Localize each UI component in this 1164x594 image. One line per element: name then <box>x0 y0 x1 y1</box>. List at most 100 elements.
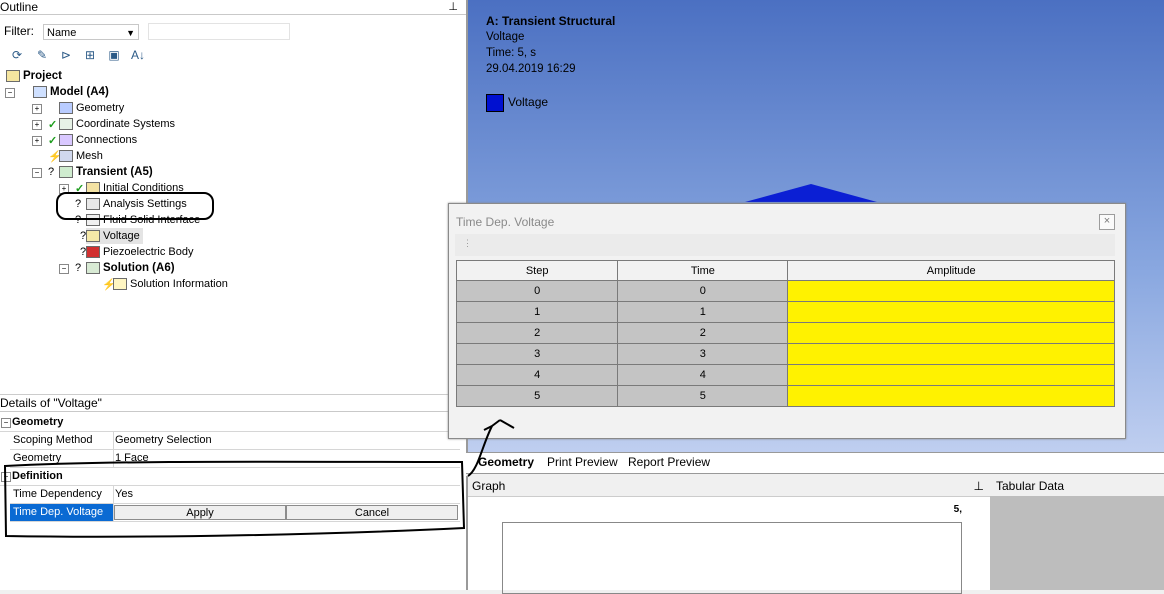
voltage-icon <box>86 230 100 243</box>
tree-item-geometry[interactable]: Geometry <box>59 100 124 116</box>
graph-panel: Graph ⊥ 5, <box>466 476 990 594</box>
expand-icon[interactable]: + <box>32 104 42 114</box>
tree-item-label: Model (A4) <box>50 86 109 98</box>
detail-row-geometry[interactable]: Geometry 1 Face <box>10 450 460 468</box>
solution-icon <box>86 261 100 274</box>
group-label: Definition <box>12 470 63 482</box>
pin-icon[interactable]: ⊥ <box>448 0 458 14</box>
detail-value[interactable]: 1 Face <box>114 450 149 467</box>
collapse-icon[interactable]: − <box>1 472 11 482</box>
tree-item-mesh[interactable]: Mesh <box>59 148 103 164</box>
tree-nodes-icon[interactable]: ⊳ <box>58 47 74 63</box>
tree-item-piezoelectric-body[interactable]: Piezoelectric Body <box>86 244 194 260</box>
detail-row-time-dep-voltage[interactable]: Time Dep. Voltage Apply Cancel <box>10 504 460 522</box>
detail-row-scoping-method[interactable]: Scoping Method Geometry Selection <box>10 432 460 450</box>
time-dep-voltage-dialog: Time Dep. Voltage × ⋮ Step Time Amplitud… <box>448 203 1126 439</box>
amplitude-cell[interactable] <box>787 322 1115 344</box>
expand-icon[interactable]: + <box>32 136 42 146</box>
tree-item-project[interactable]: Project <box>6 68 62 84</box>
time-cell[interactable]: 4 <box>617 364 789 386</box>
tab-geometry[interactable]: Geometry <box>478 455 534 469</box>
detail-value[interactable]: Geometry Selection <box>114 432 212 449</box>
table-row: 1 1 <box>455 301 1115 323</box>
sort-az-icon[interactable]: A↓ <box>130 47 146 63</box>
tabular-title: Tabular Data <box>990 476 1164 496</box>
tree-item-model[interactable]: Model (A4) <box>33 84 109 100</box>
viewport-date: 29.04.2019 16:29 <box>486 63 576 75</box>
column-header-time[interactable]: Time <box>617 260 789 281</box>
close-icon[interactable]: × <box>1099 214 1115 230</box>
grip-icon[interactable]: ⋮ <box>463 238 472 249</box>
step-cell: 0 <box>455 280 619 302</box>
tabular-data-panel: Tabular Data <box>990 476 1164 590</box>
question-icon: ? <box>75 262 82 274</box>
group-geometry[interactable]: − Geometry <box>0 414 460 432</box>
model-geometry[interactable] <box>745 184 877 202</box>
table-row: 5 5 <box>455 385 1115 407</box>
detail-value[interactable]: Yes <box>114 486 133 503</box>
column-header-amplitude[interactable]: Amplitude <box>787 260 1115 281</box>
apply-button[interactable]: Apply <box>114 505 286 520</box>
tree-item-label: Voltage <box>103 230 140 242</box>
outline-panel: Outline ⊥ Filter: Name ▼ ⟳ ✎ ⊳ ⊞ ▣ A↓ Pr… <box>0 0 466 394</box>
amplitude-cell[interactable] <box>787 280 1115 302</box>
tree-item-solution[interactable]: Solution (A6) <box>86 260 175 276</box>
tree-item-label: Piezoelectric Body <box>103 246 194 258</box>
table-row: 4 4 <box>455 364 1115 386</box>
graph-title: Graph <box>472 479 506 493</box>
group-definition[interactable]: − Definition <box>0 468 460 486</box>
project-icon <box>6 69 20 82</box>
time-cell[interactable]: 3 <box>617 343 789 365</box>
time-cell[interactable]: 5 <box>617 385 789 407</box>
filter-select[interactable]: Name ▼ <box>43 24 139 40</box>
time-cell[interactable]: 1 <box>617 301 789 323</box>
tree-item-connections[interactable]: Connections <box>59 132 137 148</box>
expand-icon[interactable]: + <box>32 120 42 130</box>
tree-item-solution-information[interactable]: Solution Information <box>113 276 228 292</box>
tree-item-label: Geometry <box>76 102 125 114</box>
time-cell[interactable]: 0 <box>617 280 789 302</box>
step-cell: 5 <box>455 385 619 407</box>
folder-icon[interactable]: ▣ <box>106 47 122 63</box>
dialog-title: Time Dep. Voltage <box>456 215 555 229</box>
tab-report-preview[interactable]: Report Preview <box>628 455 710 469</box>
amplitude-cell[interactable] <box>787 343 1115 365</box>
info-icon <box>113 278 127 291</box>
collapse-icon[interactable]: − <box>32 168 42 178</box>
collapse-icon[interactable]: − <box>5 88 15 98</box>
step-cell: 1 <box>455 301 619 323</box>
filter-input[interactable] <box>148 23 290 40</box>
filter-label: Filter: <box>4 24 34 38</box>
collapse-icon[interactable]: − <box>59 264 69 274</box>
geometry-icon <box>59 102 73 115</box>
step-cell: 4 <box>455 364 619 386</box>
model-icon <box>33 85 47 98</box>
amplitude-cell[interactable] <box>787 385 1115 407</box>
refresh-icon[interactable]: ⟳ <box>9 47 25 63</box>
amplitude-cell[interactable] <box>787 301 1115 323</box>
pin-icon[interactable]: ⊥ <box>974 476 984 496</box>
tree-item-transient[interactable]: Transient (A5) <box>59 164 153 180</box>
pencil-icon[interactable]: ✎ <box>34 47 50 63</box>
cancel-button[interactable]: Cancel <box>286 505 458 520</box>
tab-print-preview[interactable]: Print Preview <box>547 455 618 469</box>
detail-row-time-dependency[interactable]: Time Dependency Yes <box>10 486 460 504</box>
check-icon: ✓ <box>48 119 58 131</box>
collapse-icon[interactable]: − <box>1 418 11 428</box>
tree-item-coordinate-systems[interactable]: Coordinate Systems <box>59 116 175 132</box>
table-row: 3 3 <box>455 343 1115 365</box>
amplitude-cell[interactable] <box>787 364 1115 386</box>
dialog-toolbar: ⋮ <box>455 234 1115 256</box>
hand-drawn-highlight <box>56 192 214 220</box>
detail-key: Time Dep. Voltage <box>10 504 114 521</box>
tree-item-voltage[interactable]: Voltage <box>86 228 143 244</box>
column-header-step[interactable]: Step <box>455 260 619 281</box>
outline-title: Outline ⊥ <box>0 0 466 15</box>
expand-all-icon[interactable]: ⊞ <box>82 47 98 63</box>
view-tabs: Geometry Print Preview Report Preview <box>466 452 1164 474</box>
outline-title-text: Outline <box>0 0 39 14</box>
detail-key: Time Dependency <box>10 486 114 503</box>
time-cell[interactable]: 2 <box>617 322 789 344</box>
tree-item-label: Transient (A5) <box>76 166 153 178</box>
question-icon: ? <box>48 166 55 178</box>
